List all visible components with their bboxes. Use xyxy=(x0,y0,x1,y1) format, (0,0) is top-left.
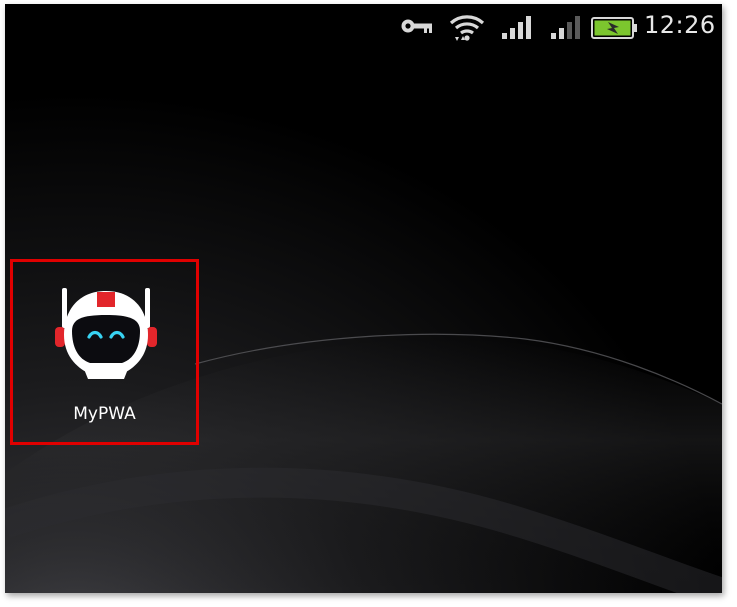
status-bar: 12:26 xyxy=(5,4,722,50)
wifi-icon xyxy=(449,15,485,41)
phone-screen: 12:26 MyPWA xyxy=(5,4,722,593)
clock: 12:26 xyxy=(644,11,716,39)
vpn-key-icon xyxy=(401,19,432,33)
signal-icon xyxy=(551,16,580,39)
app-shortcut-mypwa[interactable]: MyPWA xyxy=(10,259,199,445)
screenshot-frame: 12:26 MyPWA xyxy=(0,0,737,607)
astronaut-helmet-icon xyxy=(55,288,157,379)
signal-icon xyxy=(502,16,531,39)
battery-charging-icon xyxy=(591,17,637,39)
app-label: MyPWA xyxy=(73,404,136,424)
